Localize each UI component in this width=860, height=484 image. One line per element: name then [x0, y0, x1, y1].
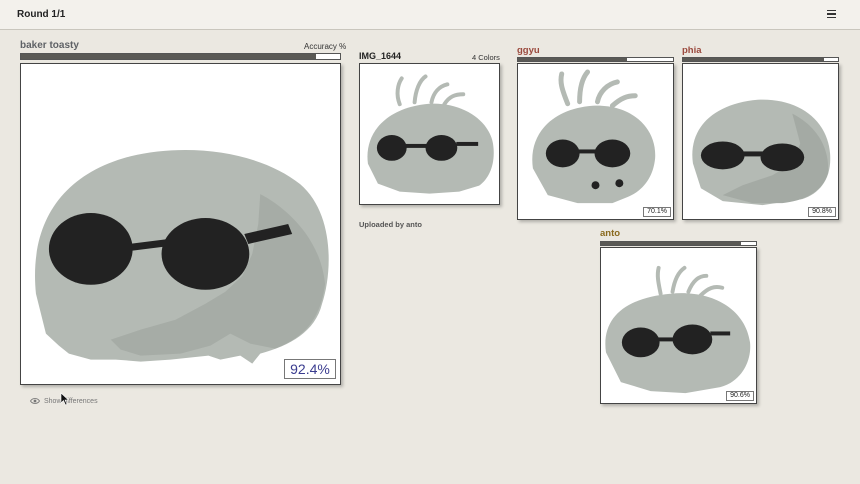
eye-icon	[30, 398, 40, 404]
player-score-badge-anto: 90.6%	[726, 391, 754, 401]
player-name-anto: anto	[600, 228, 621, 239]
hamburger-menu-icon[interactable]	[827, 10, 836, 19]
main-player-name: baker toasty	[20, 40, 79, 51]
reference-colors-count: 4 Colors	[472, 53, 500, 62]
player-score-badge-phia: 90.8%	[808, 207, 836, 217]
main-score-badge: 92.4%	[284, 359, 336, 379]
player-drawing-anto[interactable]: 90.6%	[600, 247, 757, 404]
player-name-ggyu: ggyu	[517, 45, 540, 56]
player-score-badge-ggyu: 70.1%	[643, 207, 671, 217]
player-drawing-ggyu[interactable]: 70.1%	[517, 63, 674, 220]
player-drawing-anto-image	[605, 265, 751, 394]
uploaded-by-text: Uploaded by anto	[359, 220, 422, 229]
player-accuracy-bar-anto	[600, 241, 757, 246]
player-accuracy-bar-fill-phia	[683, 58, 824, 61]
player-name-phia: phia	[682, 45, 702, 56]
mouse-cursor-icon	[60, 392, 70, 406]
player-drawing-phia[interactable]: 90.8%	[682, 63, 839, 220]
main-accuracy-bar	[20, 53, 341, 60]
player-drawing-ggyu-image	[532, 69, 656, 204]
player-accuracy-bar-fill-ggyu	[518, 58, 627, 61]
player-drawing-phia-image	[692, 99, 831, 206]
reference-title: IMG_1644	[359, 51, 402, 61]
player-accuracy-bar-ggyu	[517, 57, 674, 62]
player-accuracy-bar-fill-anto	[601, 242, 742, 245]
main-accuracy-bar-fill	[21, 54, 316, 59]
show-differences-label: Show differences	[44, 397, 98, 405]
reference-image	[359, 63, 500, 205]
main-drawing-canvas[interactable]: 92.4%	[20, 63, 341, 385]
reference-drawing	[367, 74, 494, 194]
top-bar: Round 1/1	[0, 0, 860, 30]
player-accuracy-bar-phia	[682, 57, 839, 62]
accuracy-label: Accuracy %	[304, 42, 347, 51]
main-drawing	[35, 150, 329, 364]
round-title: Round 1/1	[17, 9, 66, 20]
